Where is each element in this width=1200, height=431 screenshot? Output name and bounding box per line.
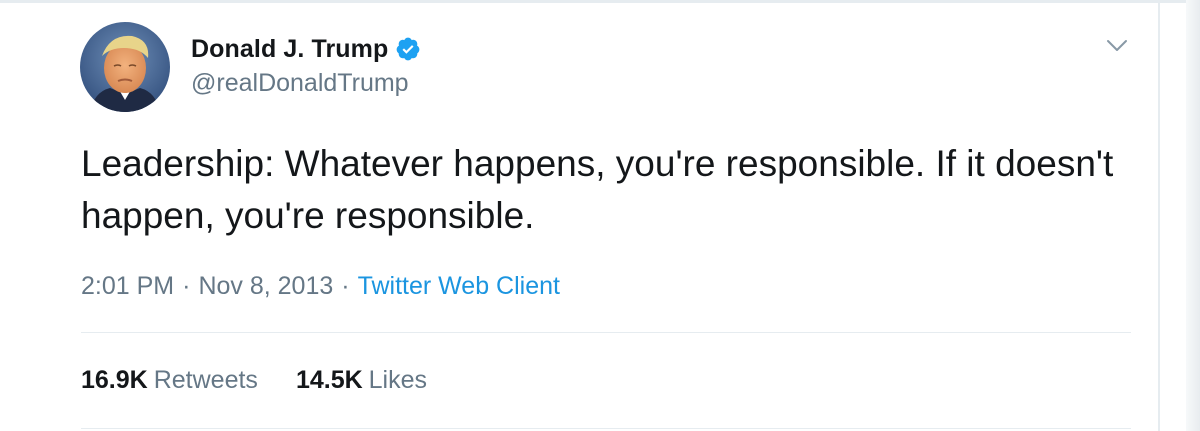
right-border <box>1158 0 1160 431</box>
divider <box>81 332 1131 333</box>
tweet-metadata: 2:01 PM · Nov 8, 2013 · Twitter Web Client <box>81 272 560 301</box>
retweets-label: Retweets <box>153 366 258 394</box>
tweet-time[interactable]: 2:01 PM <box>81 272 174 300</box>
avatar[interactable] <box>80 22 170 112</box>
divider <box>81 428 1131 429</box>
tweet-card: Donald J. Trump @realDonaldTrump Leaders… <box>0 0 1200 431</box>
display-name[interactable]: Donald J. Trump <box>191 35 388 64</box>
likes-count: 14.5K <box>295 366 363 394</box>
user-handle[interactable]: @realDonaldTrump <box>191 69 409 98</box>
meta-separator: · <box>182 272 191 300</box>
tweet-client-link[interactable]: Twitter Web Client <box>358 272 560 300</box>
tweet-stats: 16.9K Retweets 14.5K Likes <box>81 366 465 395</box>
likes-label: Likes <box>368 366 428 394</box>
retweets-stat[interactable]: 16.9K Retweets <box>81 366 258 395</box>
scroll-edge <box>1186 0 1200 431</box>
tweet-text: Leadership: Whatever happens, you're res… <box>81 143 1114 236</box>
retweets-count: 16.9K <box>81 366 148 394</box>
top-border <box>0 0 1200 3</box>
avatar-photo <box>80 22 170 112</box>
verified-badge-icon <box>395 36 421 62</box>
meta-separator: · <box>341 272 350 300</box>
tweet-date[interactable]: Nov 8, 2013 <box>198 272 333 300</box>
chevron-down-icon[interactable] <box>1105 36 1129 56</box>
likes-stat[interactable]: 14.5K Likes <box>296 366 427 395</box>
author-name-row[interactable]: Donald J. Trump <box>191 32 421 66</box>
